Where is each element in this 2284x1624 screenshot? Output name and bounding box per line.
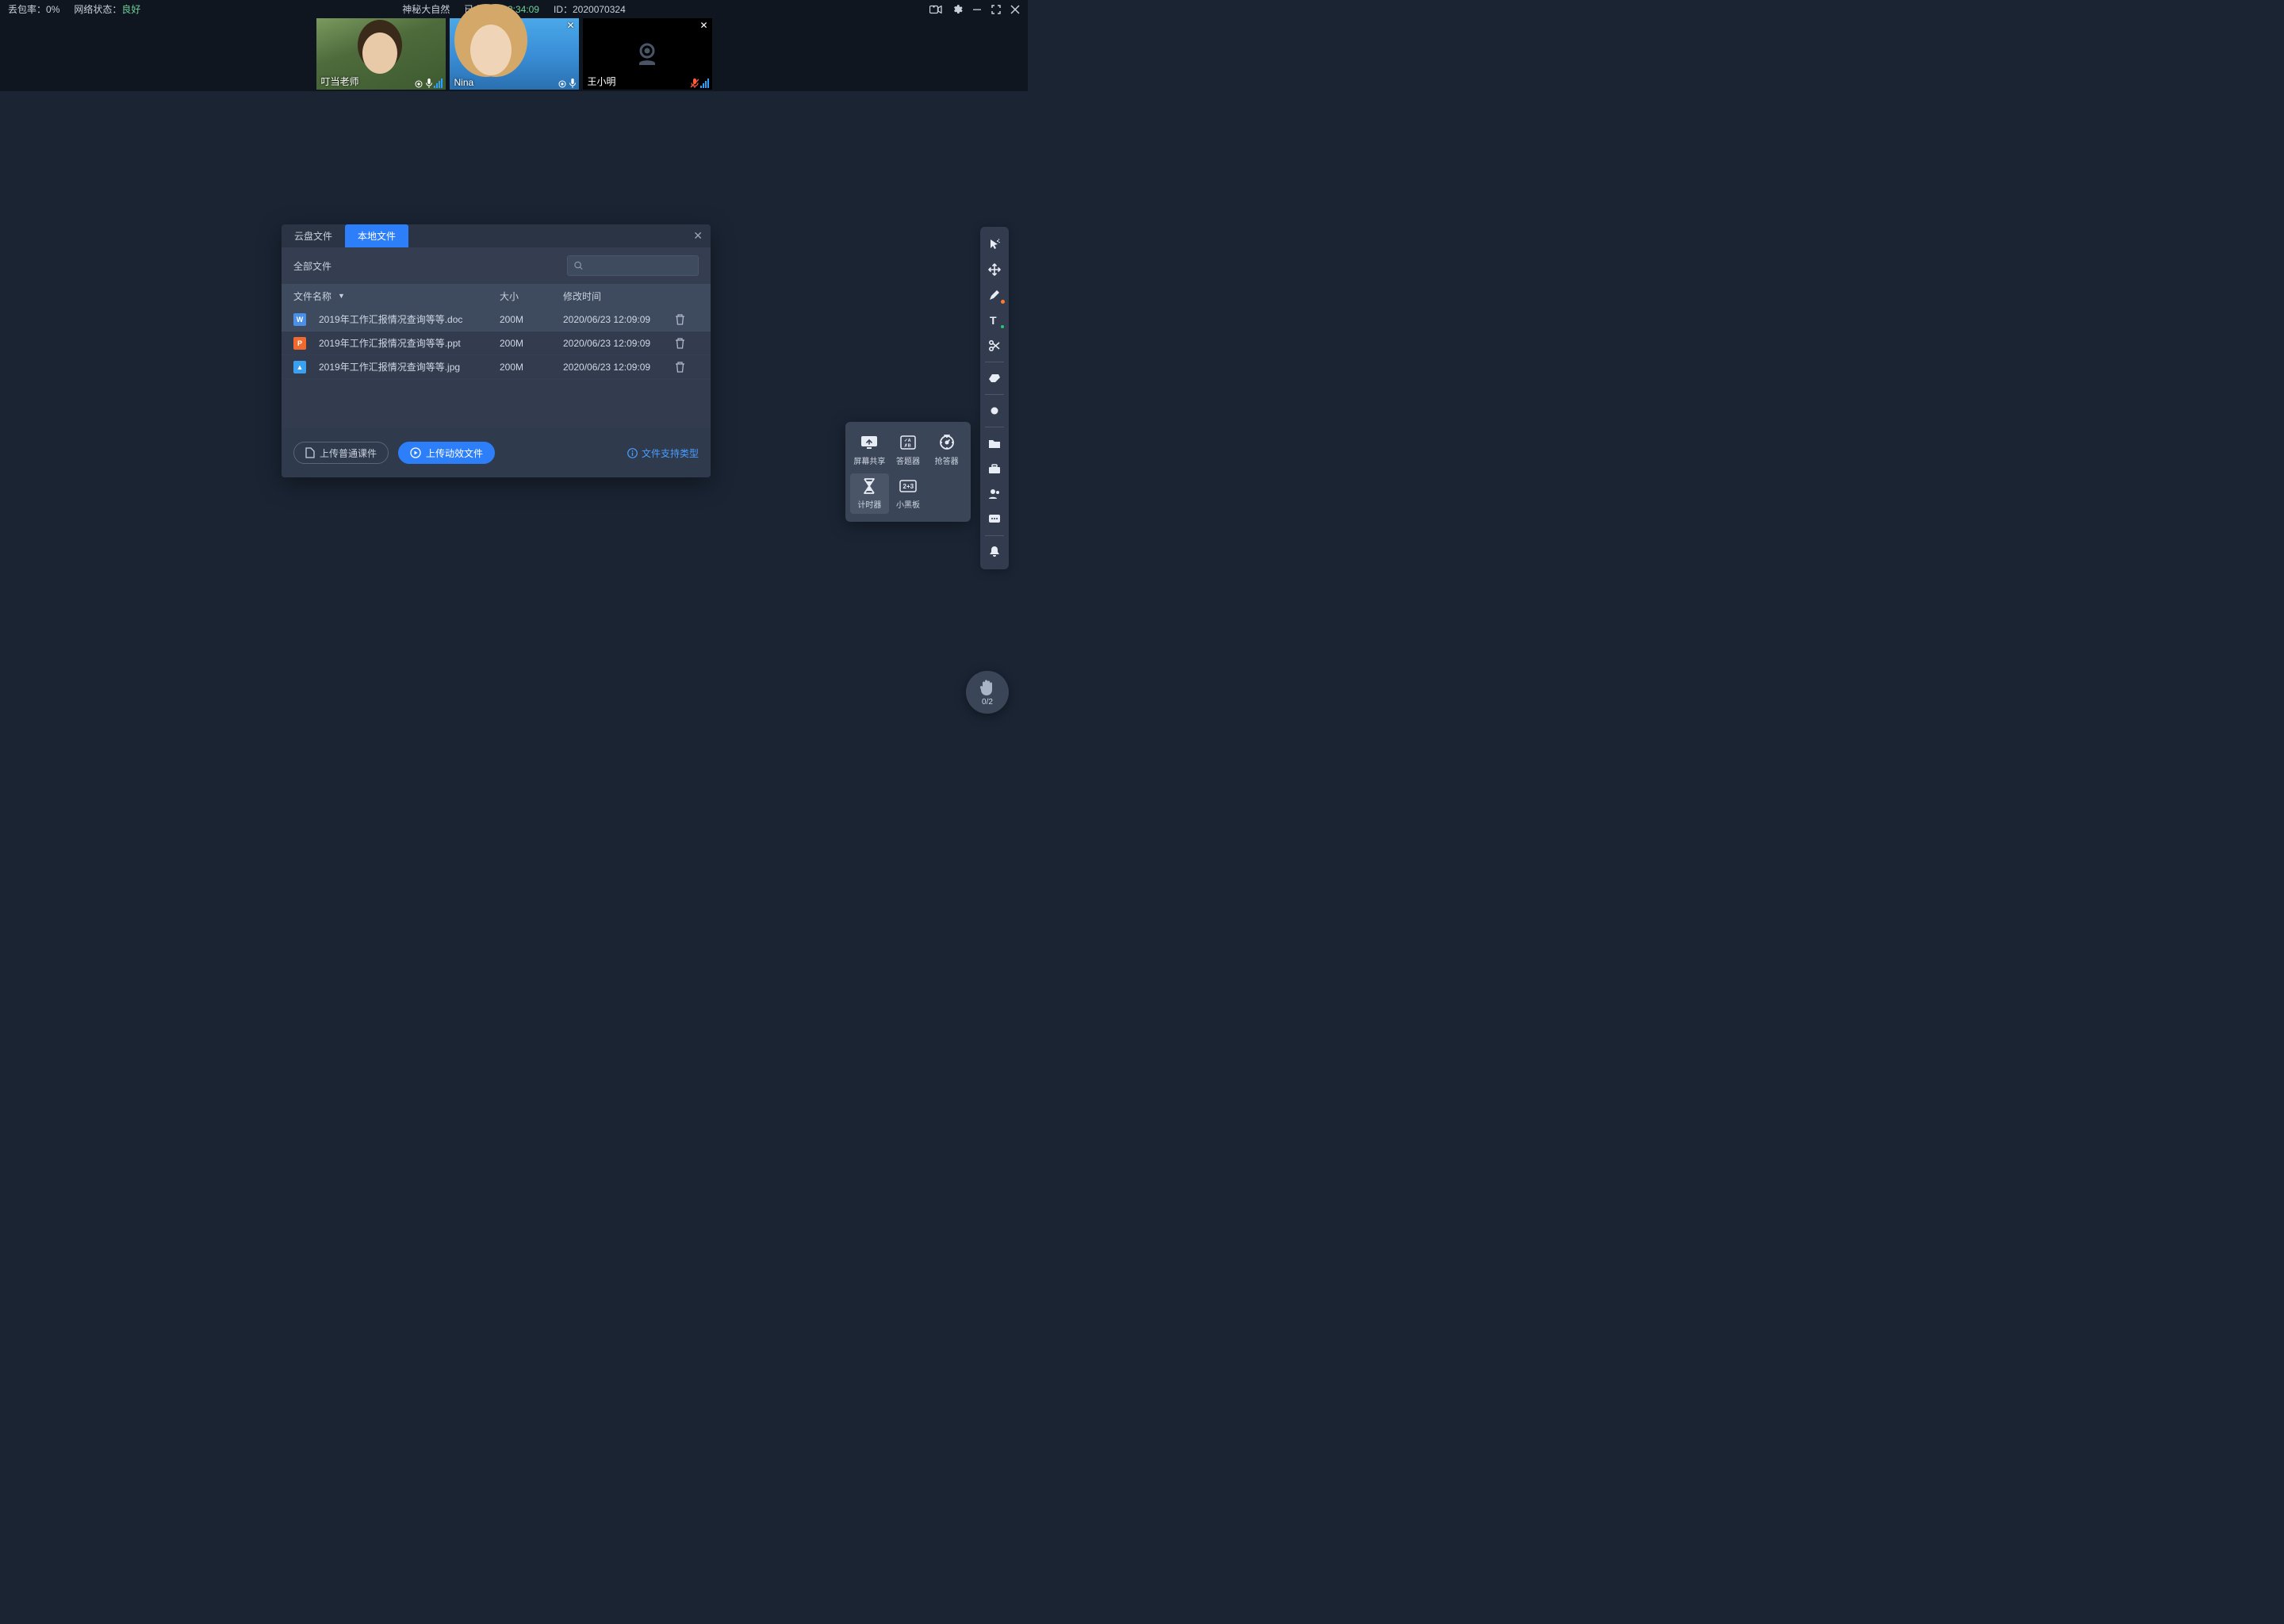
file-type-icon: ▲ xyxy=(293,361,306,373)
delete-icon[interactable] xyxy=(675,338,699,349)
mic-icon xyxy=(569,79,576,88)
svg-text:✓A: ✓A xyxy=(904,439,911,443)
file-icon xyxy=(305,447,315,458)
file-name: 2019年工作汇报情况查询等等.ppt xyxy=(319,336,461,350)
raise-hand-button[interactable]: 0/2 xyxy=(966,671,1009,714)
tool-pen[interactable] xyxy=(983,283,1006,307)
close-icon[interactable] xyxy=(1010,5,1020,14)
tool-timer[interactable]: 计时器 xyxy=(850,473,889,514)
tool-toolbox[interactable] xyxy=(983,457,1006,481)
tool-blackboard[interactable]: 2+3 小黑板 xyxy=(889,473,928,514)
tab-cloud-files[interactable]: 云盘文件 xyxy=(282,224,345,247)
camera-icon xyxy=(415,80,424,88)
top-status-bar: 丢包率：0% 网络状态：良好 神秘大自然 已上课：02:34:09 ID：202… xyxy=(0,0,1028,18)
file-table-header: 文件名称 ▼ 大小 修改时间 xyxy=(282,284,711,308)
screen-share-icon xyxy=(860,434,878,451)
file-row[interactable]: P 2019年工作汇报情况查询等等.ppt 200M2020/06/23 12:09… xyxy=(282,331,711,355)
file-list: W2019年工作汇报情况查询等等.doc200M2020/06/23 12:09… xyxy=(282,308,711,379)
tile-close-icon[interactable]: ✕ xyxy=(699,20,707,31)
svg-text:✗B: ✗B xyxy=(904,443,911,449)
delete-icon[interactable] xyxy=(675,362,699,373)
responder-icon: ✓A✗B xyxy=(899,434,917,451)
search-icon xyxy=(574,261,583,270)
filter-all-files[interactable]: 全部文件 xyxy=(293,259,331,273)
tool-bell[interactable] xyxy=(983,540,1006,564)
svg-text:T: T xyxy=(990,314,997,327)
info-icon xyxy=(627,448,638,458)
class-title: 神秘大自然 xyxy=(402,2,450,16)
packet-loss: 丢包率：0% xyxy=(8,2,59,16)
timer-icon xyxy=(860,477,878,495)
file-size: 200M xyxy=(500,314,563,325)
file-name: 2019年工作汇报情况查询等等.doc xyxy=(319,312,462,326)
file-time: 2020/06/23 12:09:09 xyxy=(563,338,675,349)
file-type-icon: P xyxy=(293,337,306,350)
tile-close-icon[interactable]: ✕ xyxy=(566,20,574,31)
elapsed-time: 已上课：02:34:09 xyxy=(464,2,539,16)
tool-responder[interactable]: ✓A✗B 答题器 xyxy=(889,430,928,470)
column-size[interactable]: 大小 xyxy=(500,289,563,303)
delete-icon[interactable] xyxy=(675,314,699,325)
file-size: 200M xyxy=(500,362,563,373)
tool-scissors[interactable] xyxy=(983,334,1006,358)
fullscreen-icon[interactable] xyxy=(991,5,1001,14)
tool-buzzer[interactable]: 抢答器 xyxy=(927,430,966,470)
right-toolbar: T xyxy=(980,227,1009,569)
record-icon[interactable] xyxy=(929,5,942,14)
tool-move[interactable] xyxy=(983,258,1006,282)
column-time[interactable]: 修改时间 xyxy=(563,289,675,303)
participant-name: Nina xyxy=(454,77,474,88)
tool-cursor[interactable] xyxy=(983,232,1006,256)
video-strip: 叮当老师 ✕ Nina ✕ 王小明 xyxy=(0,18,1028,91)
tool-users[interactable] xyxy=(983,482,1006,506)
tool-files[interactable] xyxy=(983,431,1006,455)
dialog-close-icon[interactable]: ✕ xyxy=(693,229,703,243)
session-id: ID：2020070324 xyxy=(554,2,626,16)
file-size: 200M xyxy=(500,338,563,349)
tool-chat[interactable] xyxy=(983,508,1006,531)
video-tile-student-1[interactable]: ✕ Nina xyxy=(450,18,579,90)
raise-hand-count: 0/2 xyxy=(982,698,993,707)
file-type-icon: W xyxy=(293,313,306,326)
participant-name: 叮当老师 xyxy=(321,75,359,88)
upload-animated-button[interactable]: 上传动效文件 xyxy=(398,442,495,464)
file-dialog: 云盘文件 本地文件 ✕ 全部文件 文件名称 ▼ 大小 修改时间 W 2019年工作… xyxy=(282,224,711,477)
tool-record[interactable] xyxy=(983,399,1006,423)
camera-off-icon xyxy=(631,38,663,70)
hand-icon xyxy=(979,679,995,696)
signal-icon xyxy=(700,79,709,88)
sort-desc-icon: ▼ xyxy=(338,292,345,300)
search-input[interactable] xyxy=(567,255,699,276)
signal-icon xyxy=(434,79,443,88)
file-name: 2019年工作汇报情况查询等等.jpg xyxy=(319,360,460,373)
mic-icon xyxy=(426,79,432,88)
tab-local-files[interactable]: 本地文件 xyxy=(345,224,408,247)
settings-icon[interactable] xyxy=(952,4,963,15)
tool-eraser[interactable] xyxy=(983,366,1006,390)
mic-muted-icon xyxy=(691,79,699,88)
tools-popover: 屏幕共享 ✓A✗B 答题器 抢答器 计时器 2+3 小黑板 xyxy=(845,422,971,522)
video-tile-teacher[interactable]: 叮当老师 xyxy=(316,18,446,90)
participant-name: 王小明 xyxy=(588,75,616,88)
file-time: 2020/06/23 12:09:09 xyxy=(563,362,675,373)
network-status: 网络状态：良好 xyxy=(74,2,140,16)
svg-text:2+3: 2+3 xyxy=(902,483,914,490)
play-circle-icon xyxy=(410,447,421,458)
upload-normal-button[interactable]: 上传普通课件 xyxy=(293,442,389,464)
tool-text[interactable]: T xyxy=(983,308,1006,332)
camera-icon xyxy=(558,80,568,88)
column-name[interactable]: 文件名称 ▼ xyxy=(293,289,500,303)
supported-types-link[interactable]: 文件支持类型 xyxy=(627,446,699,460)
file-row[interactable]: W 2019年工作汇报情况查询等等.doc 200M2020/06/23 12:09… xyxy=(282,308,711,331)
tool-screen-share[interactable]: 屏幕共享 xyxy=(850,430,889,470)
file-time: 2020/06/23 12:09:09 xyxy=(563,314,675,325)
minimize-icon[interactable] xyxy=(972,5,982,14)
blackboard-icon: 2+3 xyxy=(899,477,917,495)
buzzer-icon xyxy=(938,434,956,451)
video-tile-student-2[interactable]: ✕ 王小明 xyxy=(583,18,712,90)
file-row[interactable]: ▲ 2019年工作汇报情况查询等等.jpg 200M2020/06/23 12:09… xyxy=(282,355,711,379)
